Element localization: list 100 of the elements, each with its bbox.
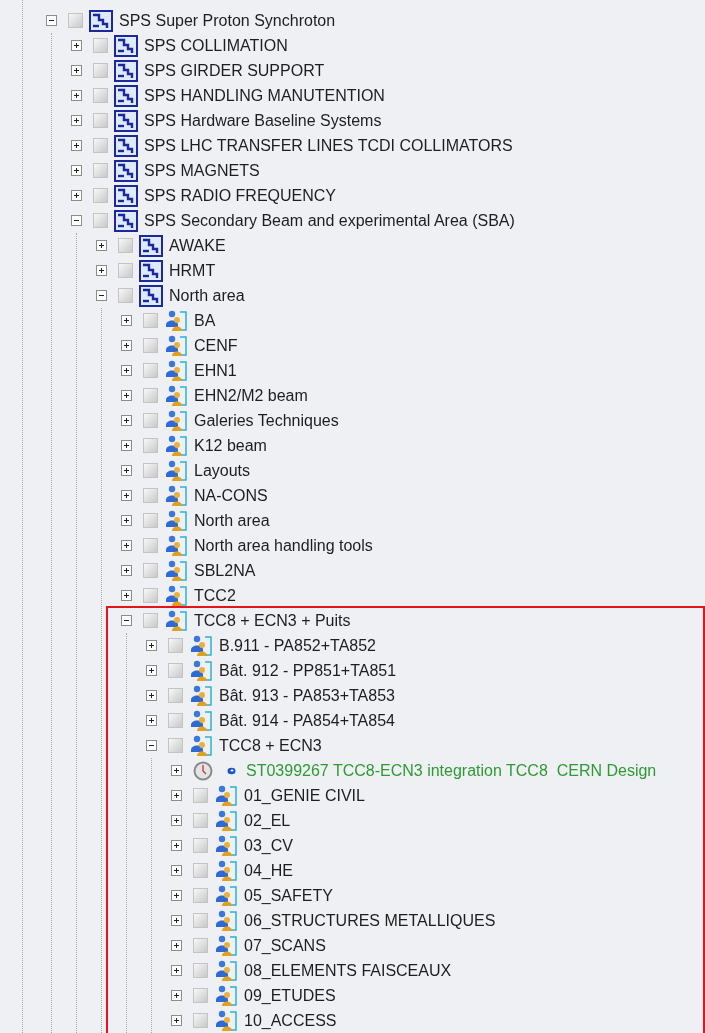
tree-item[interactable]: Layouts [194, 460, 251, 481]
checkbox[interactable] [168, 738, 183, 753]
expander-icon[interactable] [121, 490, 132, 501]
expander-icon[interactable] [146, 740, 157, 751]
expander-icon[interactable] [146, 690, 157, 701]
expander-icon[interactable] [71, 190, 82, 201]
expander-icon[interactable] [171, 840, 182, 851]
expander-icon[interactable] [96, 240, 107, 251]
expander-icon[interactable] [121, 315, 132, 326]
checkbox[interactable] [193, 863, 208, 878]
tree-item[interactable]: 03_CV [244, 835, 293, 856]
tree-item[interactable]: CENF [194, 335, 238, 356]
checkbox[interactable] [143, 613, 158, 628]
tree-item[interactable]: 07_SCANS [244, 935, 326, 956]
expander-icon[interactable] [171, 765, 182, 776]
expander-icon[interactable] [171, 915, 182, 926]
tree-item[interactable]: 02_EL [244, 810, 291, 831]
tree-item[interactable]: SPS Secondary Beam and experimental Area (SBA) [144, 210, 515, 231]
expander-icon[interactable] [121, 390, 132, 401]
expander-icon[interactable] [71, 215, 82, 226]
checkbox[interactable] [193, 788, 208, 803]
tree-item[interactable]: SPS COLLIMATION [144, 35, 288, 56]
checkbox[interactable] [118, 238, 133, 253]
checkbox[interactable] [143, 588, 158, 603]
checkbox[interactable] [193, 938, 208, 953]
expander-icon[interactable] [171, 815, 182, 826]
tree-item[interactable]: 04_HE [244, 860, 293, 881]
expander-icon[interactable] [171, 990, 182, 1001]
tree-item[interactable]: 09_ETUDES [244, 985, 336, 1006]
tree-item[interactable]: EHN1 [194, 360, 237, 381]
tree-item[interactable]: 08_ELEMENTS FAISCEAUX [244, 960, 452, 981]
expander-icon[interactable] [171, 1015, 182, 1026]
expander-icon[interactable] [121, 615, 132, 626]
expander-icon[interactable] [146, 715, 157, 726]
checkbox[interactable] [93, 138, 108, 153]
expander-icon[interactable] [121, 540, 132, 551]
expander-icon[interactable] [171, 890, 182, 901]
tree-item[interactable]: AWAKE [169, 235, 226, 256]
tree-item[interactable]: NA-CONS [194, 485, 268, 506]
tree-item[interactable]: Bât. 914 - PA854+TA854 [219, 710, 395, 731]
checkbox[interactable] [143, 513, 158, 528]
tree-item[interactable]: 01_GENIE CIVIL [244, 785, 365, 806]
tree-item[interactable]: B.911 - PA852+TA852 [219, 635, 376, 656]
expander-icon[interactable] [121, 590, 132, 601]
expander-icon[interactable] [71, 165, 82, 176]
tree-item[interactable]: SPS RADIO FREQUENCY [144, 185, 337, 206]
tree-item[interactable]: HRMT [169, 260, 216, 281]
expander-icon[interactable] [171, 790, 182, 801]
expander-icon[interactable] [146, 665, 157, 676]
tree-item[interactable]: SBL2NA [194, 560, 256, 581]
expander-icon[interactable] [121, 365, 132, 376]
expander-icon[interactable] [46, 15, 57, 26]
expander-icon[interactable] [121, 340, 132, 351]
checkbox[interactable] [143, 488, 158, 503]
expander-icon[interactable] [171, 965, 182, 976]
expander-icon[interactable] [121, 515, 132, 526]
tree-item[interactable]: 10_ACCESS [244, 1010, 337, 1031]
checkbox[interactable] [143, 438, 158, 453]
checkbox[interactable] [93, 188, 108, 203]
checkbox[interactable] [118, 288, 133, 303]
checkbox[interactable] [118, 263, 133, 278]
expander-icon[interactable] [146, 640, 157, 651]
checkbox[interactable] [93, 38, 108, 53]
expander-icon[interactable] [171, 940, 182, 951]
checkbox[interactable] [143, 463, 158, 478]
checkbox[interactable] [193, 838, 208, 853]
expander-icon[interactable] [71, 140, 82, 151]
checkbox[interactable] [168, 688, 183, 703]
expander-icon[interactable] [121, 440, 132, 451]
checkbox[interactable] [168, 713, 183, 728]
expander-icon[interactable] [171, 865, 182, 876]
checkbox[interactable] [93, 63, 108, 78]
tree-item[interactable]: TCC8 + ECN3 [219, 735, 322, 756]
tree-item[interactable]: TCC8 + ECN3 + Puits [194, 610, 351, 631]
tree-item[interactable]: Bât. 913 - PA853+TA853 [219, 685, 395, 706]
checkbox[interactable] [143, 313, 158, 328]
tree-item[interactable]: SPS Hardware Baseline Systems [144, 110, 382, 131]
checkbox[interactable] [143, 363, 158, 378]
tree-item[interactable]: SPS MAGNETS [144, 160, 260, 181]
tree-item[interactable]: BA [194, 310, 216, 331]
checkbox[interactable] [93, 88, 108, 103]
expander-icon[interactable] [71, 90, 82, 101]
checkbox[interactable] [193, 813, 208, 828]
checkbox[interactable] [193, 1013, 208, 1028]
checkbox[interactable] [143, 563, 158, 578]
checkbox[interactable] [193, 913, 208, 928]
checkbox[interactable] [68, 13, 83, 28]
checkbox[interactable] [168, 638, 183, 653]
tree-item[interactable]: Galeries Techniques [194, 410, 339, 431]
checkbox[interactable] [193, 988, 208, 1003]
tree-item[interactable]: North area [194, 510, 270, 531]
expander-icon[interactable] [71, 65, 82, 76]
tree-item[interactable]: EHN2/M2 beam [194, 385, 308, 406]
expander-icon[interactable] [121, 465, 132, 476]
checkbox[interactable] [168, 663, 183, 678]
tree-item[interactable]: 05_SAFETY [244, 885, 333, 906]
checkbox[interactable] [143, 538, 158, 553]
tree-item[interactable]: SPS GIRDER SUPPORT [144, 60, 325, 81]
expander-icon[interactable] [96, 290, 107, 301]
tree-item[interactable]: Bât. 912 - PP851+TA851 [219, 660, 397, 681]
